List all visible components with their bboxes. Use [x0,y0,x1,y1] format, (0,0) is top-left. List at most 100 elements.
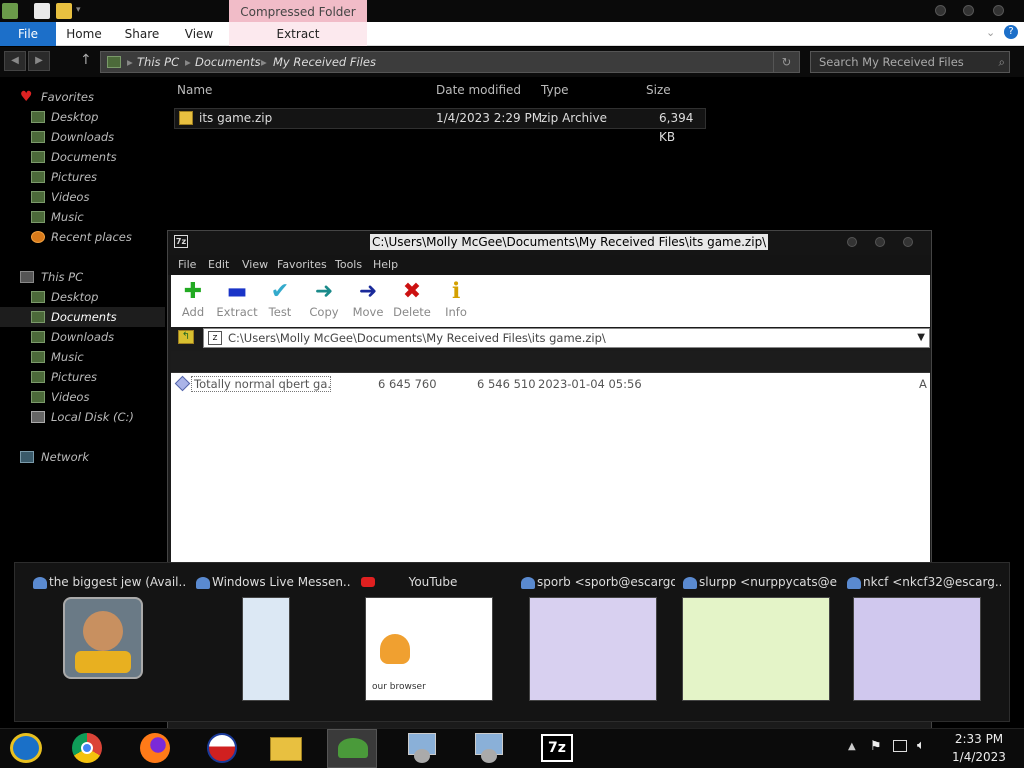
breadcrumb-my-received-files[interactable]: My Received Files [273,55,376,69]
new-folder-icon[interactable] [56,3,72,19]
thumbnail-item[interactable]: slurpp <nurppycats@es... [677,563,837,713]
column-type[interactable]: Type [541,80,569,100]
taskbar-installer-2[interactable] [467,731,513,767]
nav-fav-videos[interactable]: Videos [0,187,165,207]
nav-fav-downloads[interactable]: Downloads [0,127,165,147]
nav-network[interactable]: Network [0,447,165,467]
copy-button[interactable]: ➜ Copy [302,275,346,327]
nav-this-pc[interactable]: This PC [0,267,165,287]
nav-pc-desktop[interactable]: Desktop [0,287,165,307]
menu-file[interactable]: File [178,258,196,271]
tab-share[interactable]: Share [118,22,166,46]
thumbnail-item[interactable]: Windows Live Messen... [190,563,350,713]
thumbnail-preview [853,597,981,701]
help-icon[interactable]: ? [1004,25,1018,39]
chevron-down-icon[interactable]: ▼ [917,329,925,347]
pictures-icon [31,371,45,383]
show-hidden-icons-icon[interactable]: ▲ [848,741,856,752]
menu-favorites[interactable]: Favorites [277,258,327,271]
nav-fav-recent-places[interactable]: Recent places [0,227,165,247]
refresh-icon[interactable]: ↻ [773,52,799,72]
nav-pc-local-disk[interactable]: Local Disk (C:) [0,407,165,427]
folder-up-icon[interactable]: ↰ [178,330,194,344]
plus-icon: ✚ [183,279,203,304]
sevenzip-path-field[interactable]: Z C:\Users\Molly McGee\Documents\My Rece… [203,328,930,348]
chevron-down-icon[interactable]: ⌄ [986,26,995,39]
maximize-button[interactable] [875,237,885,247]
forward-button[interactable]: ▶ [28,51,50,71]
nav-pc-music[interactable]: Music [0,347,165,367]
nav-pc-pictures[interactable]: Pictures [0,367,165,387]
column-date-modified[interactable]: Date modified [436,80,521,100]
maximize-button[interactable] [963,5,974,16]
thumbnail-preview [242,597,290,701]
firefox-icon [140,733,170,763]
minimize-button[interactable] [935,5,946,16]
taskbar-firefox[interactable] [132,731,178,767]
disc-icon [414,749,430,763]
menu-tools[interactable]: Tools [335,258,362,271]
taskbar-obama[interactable] [199,731,245,767]
nav-fav-music[interactable]: Music [0,207,165,227]
properties-icon[interactable] [34,3,50,19]
nav-fav-documents[interactable]: Documents [0,147,165,167]
tab-extract[interactable]: Extract [229,22,367,46]
close-button[interactable] [903,237,913,247]
action-center-flag-icon[interactable]: ⚑ [870,739,882,754]
thumbnail-preview [529,597,657,701]
nav-pc-videos[interactable]: Videos [0,387,165,407]
up-arrow-icon[interactable]: ↑ [80,52,92,68]
volume-icon[interactable]: 🔈︎ [917,738,925,753]
chevron-down-icon[interactable]: ▾ [76,5,81,15]
address-bar[interactable]: ▸ This PC ▸ Documents ▸ My Received File… [100,51,800,73]
nav-pc-downloads[interactable]: Downloads [0,327,165,347]
info-button[interactable]: ℹ Info [434,275,478,327]
back-button[interactable]: ◀ [4,51,26,71]
downloads-icon [31,331,45,343]
file-row[interactable]: its game.zip 1/4/2023 2:29 PM zip Archiv… [174,108,706,144]
taskbar-messenger[interactable] [327,729,377,768]
taskbar-installer-1[interactable] [400,731,446,767]
menu-edit[interactable]: Edit [208,258,229,271]
search-input[interactable]: Search My Received Files ⌕ [810,51,1010,73]
nav-fav-desktop[interactable]: Desktop [0,107,165,127]
nav-pc-documents[interactable]: Documents [0,307,165,327]
taskbar-file-explorer[interactable] [263,731,309,767]
tab-view[interactable]: View [178,22,220,46]
tab-home[interactable]: Home [62,22,106,46]
menu-help[interactable]: Help [373,258,398,271]
breadcrumb-documents[interactable]: Documents [195,55,261,69]
thumbnail-item[interactable]: the biggest jew (Avail... [27,563,187,713]
start-button[interactable] [4,731,50,767]
delete-button[interactable]: ✖ Delete [390,275,434,327]
thumbnail-item[interactable]: sporb <sporb@escargo... [515,563,675,713]
search-icon: ⌕ [998,55,1005,69]
archive-item-modified: 2023-01-04 05:56 [538,377,642,391]
breadcrumb-separator-icon: ▸ [127,55,133,69]
taskbar-7zip[interactable]: 7z [535,731,581,767]
column-headers: Name Date modified Type Size [170,80,710,102]
close-button[interactable] [993,5,1004,16]
taskbar-chrome[interactable] [64,731,110,767]
minimize-button[interactable] [847,237,857,247]
extract-button[interactable]: ▬ Extract [215,275,259,327]
nav-favorites[interactable]: ♥ Favorites [0,87,165,107]
tab-file[interactable]: File [0,22,56,46]
column-size[interactable]: Size [646,80,671,100]
system-clock[interactable]: 2:33 PM 1/4/2023 [944,730,1014,766]
table-row[interactable]: Totally normal qbert ga... 6 645 760 6 5… [171,373,930,395]
thumbnail-item[interactable]: nkcf <nkcf32@escarg... [841,563,1001,713]
move-button[interactable]: ➜ Move [346,275,390,327]
breadcrumb-this-pc[interactable]: This PC [137,55,179,69]
folder-icon[interactable] [2,3,18,19]
videos-icon [31,191,45,203]
nav-fav-pictures[interactable]: Pictures [0,167,165,187]
test-button[interactable]: ✔ Test [258,275,302,327]
network-icon[interactable] [893,740,907,752]
thumbnail-item[interactable]: YouTube our browser [353,563,513,713]
clock-time: 2:33 PM [954,732,1004,746]
menu-view[interactable]: View [242,258,268,271]
add-button[interactable]: ✚ Add [171,275,215,327]
column-name[interactable]: Name [177,80,212,100]
archive-item-size: 6 645 760 [378,377,437,391]
